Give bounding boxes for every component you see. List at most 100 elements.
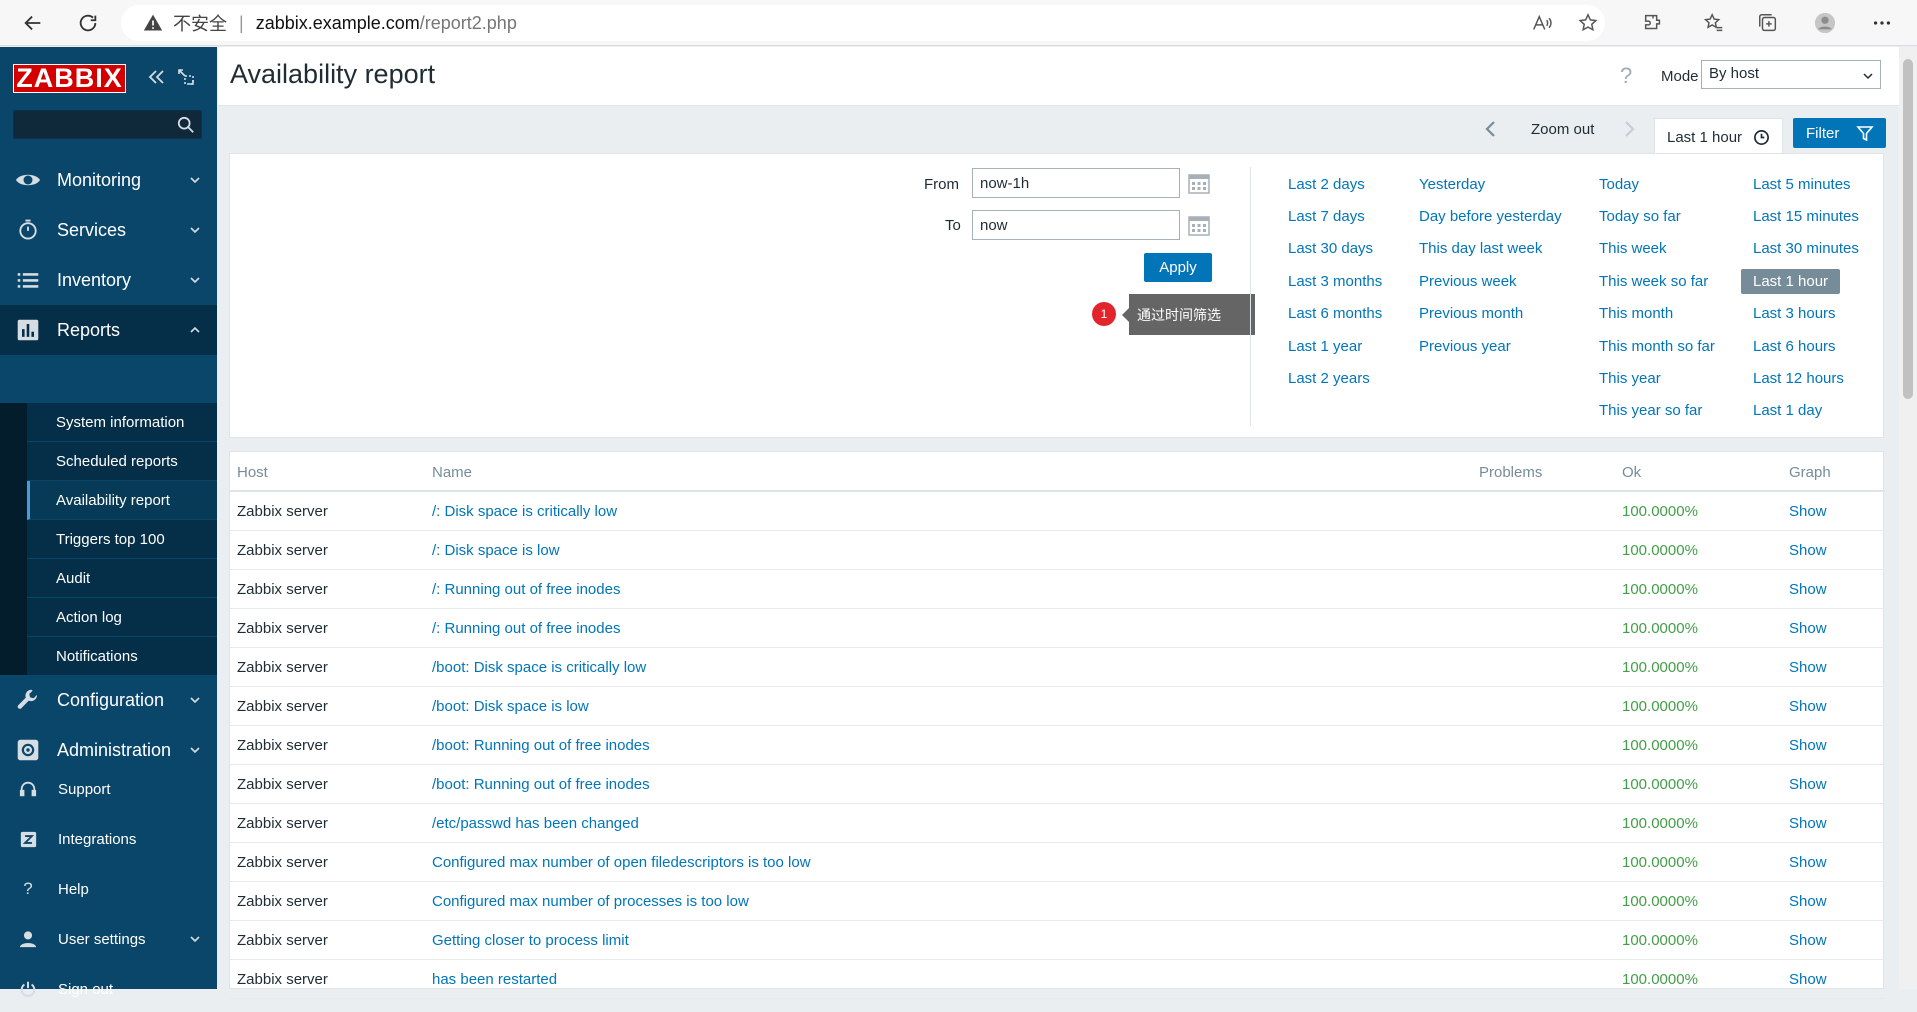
- cell-name-link[interactable]: /: Disk space is low: [432, 542, 560, 559]
- search-icon[interactable]: [177, 116, 195, 134]
- quick-range-link[interactable]: Last 30 days: [1288, 240, 1373, 257]
- cell-name-link[interactable]: /boot: Disk space is low: [432, 698, 589, 715]
- util-support[interactable]: Support: [0, 766, 217, 812]
- address-bar[interactable]: 不安全 | zabbix.example.com /report2.php: [121, 5, 1605, 41]
- util-sign-out[interactable]: Sign out: [0, 966, 217, 1012]
- extensions-icon[interactable]: [1636, 6, 1670, 40]
- cell-graph-link[interactable]: Show: [1789, 776, 1827, 793]
- quick-range-link[interactable]: Last 1 day: [1753, 402, 1822, 419]
- quick-range-link[interactable]: Today so far: [1599, 208, 1681, 225]
- cell-graph-link[interactable]: Show: [1789, 503, 1827, 520]
- quick-range-link[interactable]: Last 3 hours: [1753, 305, 1836, 322]
- cell-name-link[interactable]: /boot: Running out of free inodes: [432, 737, 650, 754]
- cell-graph-link[interactable]: Show: [1789, 581, 1827, 598]
- cell-graph-link[interactable]: Show: [1789, 737, 1827, 754]
- add-favorite-icon[interactable]: [1571, 6, 1605, 40]
- to-input[interactable]: now: [972, 210, 1180, 240]
- quick-range-link[interactable]: Last 1 year: [1288, 338, 1362, 355]
- apply-button[interactable]: Apply: [1144, 253, 1212, 282]
- submenu-action-log[interactable]: Action log: [27, 598, 217, 637]
- nav-inventory[interactable]: Inventory: [0, 255, 217, 305]
- cell-name-link[interactable]: Configured max number of open filedescri…: [432, 854, 811, 871]
- help-icon[interactable]: ?: [1620, 63, 1632, 89]
- quick-range-link[interactable]: This week so far: [1599, 273, 1708, 290]
- calendar-icon[interactable]: [1188, 214, 1210, 236]
- cell-graph-link[interactable]: Show: [1789, 971, 1827, 988]
- from-input[interactable]: now-1h: [972, 168, 1180, 198]
- quick-range-link[interactable]: Last 6 months: [1288, 305, 1382, 322]
- submenu-notifications[interactable]: Notifications: [27, 637, 217, 676]
- cell-graph-link[interactable]: Show: [1789, 854, 1827, 871]
- column-header-name[interactable]: Name: [432, 464, 472, 481]
- quick-range-link[interactable]: Previous year: [1419, 338, 1511, 355]
- scrollbar-thumb[interactable]: [1903, 59, 1913, 399]
- read-aloud-icon[interactable]: [1525, 6, 1559, 40]
- quick-range-link[interactable]: Last 6 hours: [1753, 338, 1836, 355]
- collections-icon[interactable]: [1751, 6, 1785, 40]
- quick-range-link[interactable]: Previous week: [1419, 273, 1517, 290]
- calendar-icon[interactable]: [1188, 172, 1210, 194]
- submenu-triggers-top-100[interactable]: Triggers top 100: [27, 520, 217, 559]
- cell-name-link[interactable]: /etc/passwd has been changed: [432, 815, 639, 832]
- favorites-icon[interactable]: [1697, 6, 1731, 40]
- cell-graph-link[interactable]: Show: [1789, 698, 1827, 715]
- quick-range-link[interactable]: Previous month: [1419, 305, 1523, 322]
- time-range-tab[interactable]: Last 1 hour: [1654, 118, 1783, 154]
- util-help[interactable]: ? Help: [0, 866, 217, 912]
- quick-range-link[interactable]: Last 30 minutes: [1753, 240, 1859, 257]
- submenu-system-information[interactable]: System information: [27, 403, 217, 442]
- column-header-host[interactable]: Host: [237, 464, 268, 481]
- cell-graph-link[interactable]: Show: [1789, 815, 1827, 832]
- refresh-icon[interactable]: [71, 6, 105, 40]
- profile-avatar-icon[interactable]: [1808, 6, 1842, 40]
- quick-range-link[interactable]: Last 7 days: [1288, 208, 1365, 225]
- cell-name-link[interactable]: /: Disk space is critically low: [432, 503, 617, 520]
- quick-range-link[interactable]: This month: [1599, 305, 1673, 322]
- cell-name-link[interactable]: Configured max number of processes is to…: [432, 893, 749, 910]
- quick-range-link[interactable]: Yesterday: [1419, 176, 1485, 193]
- kiosk-mode-icon[interactable]: [176, 67, 196, 87]
- cell-graph-link[interactable]: Show: [1789, 542, 1827, 559]
- cell-graph-link[interactable]: Show: [1789, 893, 1827, 910]
- back-arrow-icon[interactable]: [16, 6, 50, 40]
- submenu-scheduled-reports[interactable]: Scheduled reports: [27, 442, 217, 481]
- cell-graph-link[interactable]: Show: [1789, 659, 1827, 676]
- page-scrollbar[interactable]: [1899, 47, 1917, 989]
- quick-range-link[interactable]: Last 3 months: [1288, 273, 1382, 290]
- util-user-settings[interactable]: User settings: [0, 916, 217, 962]
- submenu-availability-report[interactable]: Availability report: [27, 481, 217, 520]
- cell-name-link[interactable]: /boot: Disk space is critically low: [432, 659, 646, 676]
- collapse-sidebar-icon[interactable]: [146, 67, 166, 87]
- quick-range-link[interactable]: This day last week: [1419, 240, 1542, 257]
- util-integrations[interactable]: Integrations: [0, 816, 217, 862]
- nav-monitoring[interactable]: Monitoring: [0, 155, 217, 205]
- cell-graph-link[interactable]: Show: [1789, 932, 1827, 949]
- quick-range-link[interactable]: Today: [1599, 176, 1639, 193]
- cell-name-link[interactable]: has been restarted: [432, 971, 557, 988]
- submenu-audit[interactable]: Audit: [27, 559, 217, 598]
- quick-range-link-selected[interactable]: Last 1 hour: [1741, 269, 1841, 294]
- filter-tab-button[interactable]: Filter: [1793, 118, 1886, 148]
- more-menu-icon[interactable]: [1865, 6, 1899, 40]
- quick-range-link[interactable]: This year so far: [1599, 402, 1702, 419]
- nav-reports[interactable]: Reports: [0, 305, 217, 355]
- chevron-left-icon[interactable]: [1483, 119, 1497, 139]
- chevron-right-icon[interactable]: [1623, 119, 1637, 139]
- quick-range-link[interactable]: Last 15 minutes: [1753, 208, 1859, 225]
- quick-range-link[interactable]: This week: [1599, 240, 1667, 257]
- cell-name-link[interactable]: /: Running out of free inodes: [432, 620, 620, 637]
- zabbix-logo[interactable]: ZABBIX: [13, 63, 126, 93]
- cell-name-link[interactable]: Getting closer to process limit: [432, 932, 629, 949]
- quick-range-link[interactable]: This month so far: [1599, 338, 1715, 355]
- quick-range-link[interactable]: Last 2 years: [1288, 370, 1370, 387]
- zoom-out-button[interactable]: Zoom out: [1531, 121, 1594, 138]
- nav-services[interactable]: Services: [0, 205, 217, 255]
- nav-configuration[interactable]: Configuration: [0, 675, 217, 725]
- quick-range-link[interactable]: Last 5 minutes: [1753, 176, 1851, 193]
- mode-select[interactable]: By host: [1701, 60, 1881, 89]
- cell-name-link[interactable]: /boot: Running out of free inodes: [432, 776, 650, 793]
- cell-graph-link[interactable]: Show: [1789, 620, 1827, 637]
- quick-range-link[interactable]: Last 2 days: [1288, 176, 1365, 193]
- sidebar-search-input[interactable]: [13, 110, 202, 139]
- quick-range-link[interactable]: Last 12 hours: [1753, 370, 1844, 387]
